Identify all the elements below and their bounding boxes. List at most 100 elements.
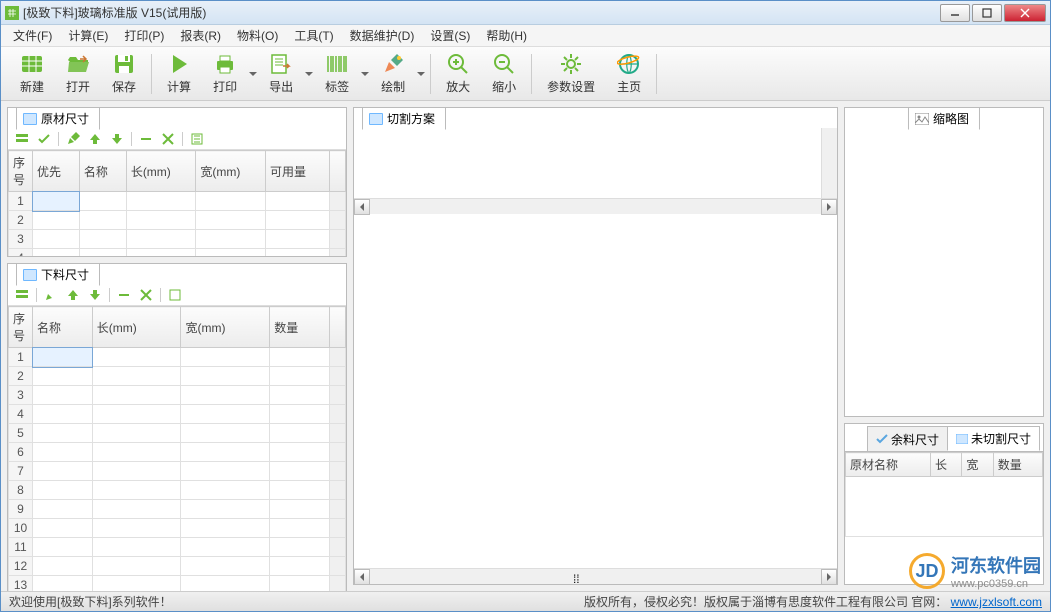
table-row[interactable]: 4 xyxy=(9,249,346,257)
column-header[interactable]: 可用量 xyxy=(266,151,330,192)
canvas-horizontal-scrollbar[interactable]: ⁞⁞ xyxy=(354,568,837,584)
dropdown-arrow-icon[interactable] xyxy=(416,70,426,78)
zoomin-button[interactable]: 放大 xyxy=(435,47,481,100)
remove-icon[interactable] xyxy=(114,286,134,304)
table-row[interactable]: 1 xyxy=(9,348,346,367)
raw-material-grid[interactable]: 序号优先名称长(mm)宽(mm)可用量1234 xyxy=(8,150,346,256)
zoomout-button[interactable]: 缩小 xyxy=(481,47,527,100)
export-button[interactable]: 导出 xyxy=(258,47,304,100)
column-header[interactable]: 数量 xyxy=(993,453,1042,477)
uncut-tab[interactable]: 未切割尺寸 xyxy=(947,426,1040,451)
print-button[interactable]: 打印 xyxy=(202,47,248,100)
delete-icon[interactable] xyxy=(158,130,178,148)
table-row[interactable]: 2 xyxy=(9,367,346,386)
table-row[interactable]: 1 xyxy=(9,192,346,211)
down-arrow-icon[interactable] xyxy=(107,130,127,148)
import-icon[interactable] xyxy=(165,286,185,304)
close-button[interactable] xyxy=(1004,4,1046,22)
table-row[interactable]: 4 xyxy=(9,405,346,424)
column-header[interactable]: 长(mm) xyxy=(126,151,196,192)
scroll-left-icon[interactable] xyxy=(354,199,370,215)
table-row[interactable]: 3 xyxy=(9,230,346,249)
cut-size-tab[interactable]: 下料尺寸 xyxy=(16,263,100,286)
new-button[interactable]: 新建 xyxy=(9,47,55,100)
table-row[interactable]: 5 xyxy=(9,424,346,443)
dropdown-arrow-icon[interactable] xyxy=(304,70,314,78)
column-header[interactable]: 序号 xyxy=(9,151,33,192)
scroll-right-icon[interactable] xyxy=(821,199,837,215)
remainder-grid[interactable]: 原材名称长宽数量 xyxy=(845,451,1043,537)
vertical-scrollbar[interactable] xyxy=(821,128,837,198)
menu-item[interactable]: 计算(E) xyxy=(62,25,114,46)
raw-material-title: 原材尺寸 xyxy=(41,110,89,127)
column-header[interactable]: 原材名称 xyxy=(846,453,931,477)
menu-item[interactable]: 设置(S) xyxy=(424,25,476,46)
thumbnail-canvas[interactable] xyxy=(847,130,1041,414)
table-row[interactable]: 13 xyxy=(9,576,346,592)
list-icon[interactable] xyxy=(12,130,32,148)
draw-button[interactable]: 绘制 xyxy=(370,47,416,100)
label-button[interactable]: 标签 xyxy=(314,47,360,100)
calc-button[interactable]: 计算 xyxy=(156,47,202,100)
table-row[interactable]: 6 xyxy=(9,443,346,462)
horizontal-scrollbar[interactable] xyxy=(354,198,837,214)
save-button[interactable]: 保存 xyxy=(101,47,147,100)
table-row[interactable]: 10 xyxy=(9,519,346,538)
toolbar: 新建打开保存计算打印导出标签绘制放大缩小参数设置主页 xyxy=(1,47,1050,101)
dropdown-arrow-icon[interactable] xyxy=(360,70,370,78)
delete-icon[interactable] xyxy=(136,286,156,304)
scroll-right-icon[interactable] xyxy=(821,569,837,584)
remainder-tab[interactable]: 余料尺寸 xyxy=(867,426,948,451)
table-row[interactable]: 12 xyxy=(9,557,346,576)
menubar: 文件(F)计算(E)打印(P)报表(R)物料(O)工具(T)数据维护(D)设置(… xyxy=(1,25,1050,47)
table-row[interactable]: 3 xyxy=(9,386,346,405)
table-row[interactable]: 9 xyxy=(9,500,346,519)
menu-item[interactable]: 文件(F) xyxy=(7,25,58,46)
column-header[interactable]: 名称 xyxy=(79,151,126,192)
raw-material-tab[interactable]: 原材尺寸 xyxy=(16,107,100,130)
official-site-link[interactable]: www.jzxlsoft.com xyxy=(951,595,1042,609)
table-row[interactable]: 2 xyxy=(9,211,346,230)
import-icon[interactable] xyxy=(187,130,207,148)
up-arrow-icon[interactable] xyxy=(63,286,83,304)
column-header[interactable]: 优先 xyxy=(33,151,80,192)
maximize-button[interactable] xyxy=(972,4,1002,22)
cut-plan-tab[interactable]: 切割方案 xyxy=(362,107,446,130)
cut-plan-canvas[interactable] xyxy=(356,216,835,566)
check-icon[interactable] xyxy=(34,130,54,148)
column-header[interactable]: 长 xyxy=(931,453,962,477)
menu-item[interactable]: 报表(R) xyxy=(174,25,227,46)
open-button[interactable]: 打开 xyxy=(55,47,101,100)
play-icon xyxy=(167,52,191,76)
scroll-left-icon[interactable] xyxy=(354,569,370,584)
menu-item[interactable]: 物料(O) xyxy=(231,25,284,46)
remove-icon[interactable] xyxy=(136,130,156,148)
list-icon[interactable] xyxy=(12,286,32,304)
menu-item[interactable]: 数据维护(D) xyxy=(344,25,421,46)
column-header[interactable]: 宽 xyxy=(962,453,993,477)
cutsize-mini-toolbar xyxy=(8,284,346,306)
edit-icon[interactable] xyxy=(41,286,61,304)
column-header[interactable]: 宽(mm) xyxy=(196,151,266,192)
menu-item[interactable]: 打印(P) xyxy=(118,25,170,46)
minimize-button[interactable] xyxy=(940,4,970,22)
menu-item[interactable]: 帮助(H) xyxy=(480,25,533,46)
menu-item[interactable]: 工具(T) xyxy=(288,25,339,46)
column-header[interactable]: 长(mm) xyxy=(92,307,181,348)
dropdown-arrow-icon[interactable] xyxy=(248,70,258,78)
app-icon xyxy=(5,6,19,20)
up-arrow-icon[interactable] xyxy=(85,130,105,148)
column-header[interactable]: 序号 xyxy=(9,307,33,348)
table-row[interactable]: 8 xyxy=(9,481,346,500)
table-row[interactable]: 7 xyxy=(9,462,346,481)
thumbnail-tab[interactable]: 缩略图 xyxy=(908,107,980,130)
cut-size-grid[interactable]: 序号名称长(mm)宽(mm)数量12345678910111213 xyxy=(8,306,346,591)
table-row[interactable]: 11 xyxy=(9,538,346,557)
column-header[interactable]: 名称 xyxy=(33,307,93,348)
column-header[interactable]: 宽(mm) xyxy=(181,307,270,348)
down-arrow-icon[interactable] xyxy=(85,286,105,304)
params-button[interactable]: 参数设置 xyxy=(536,47,606,100)
home-button[interactable]: 主页 xyxy=(606,47,652,100)
column-header[interactable]: 数量 xyxy=(270,307,330,348)
edit-icon[interactable] xyxy=(63,130,83,148)
